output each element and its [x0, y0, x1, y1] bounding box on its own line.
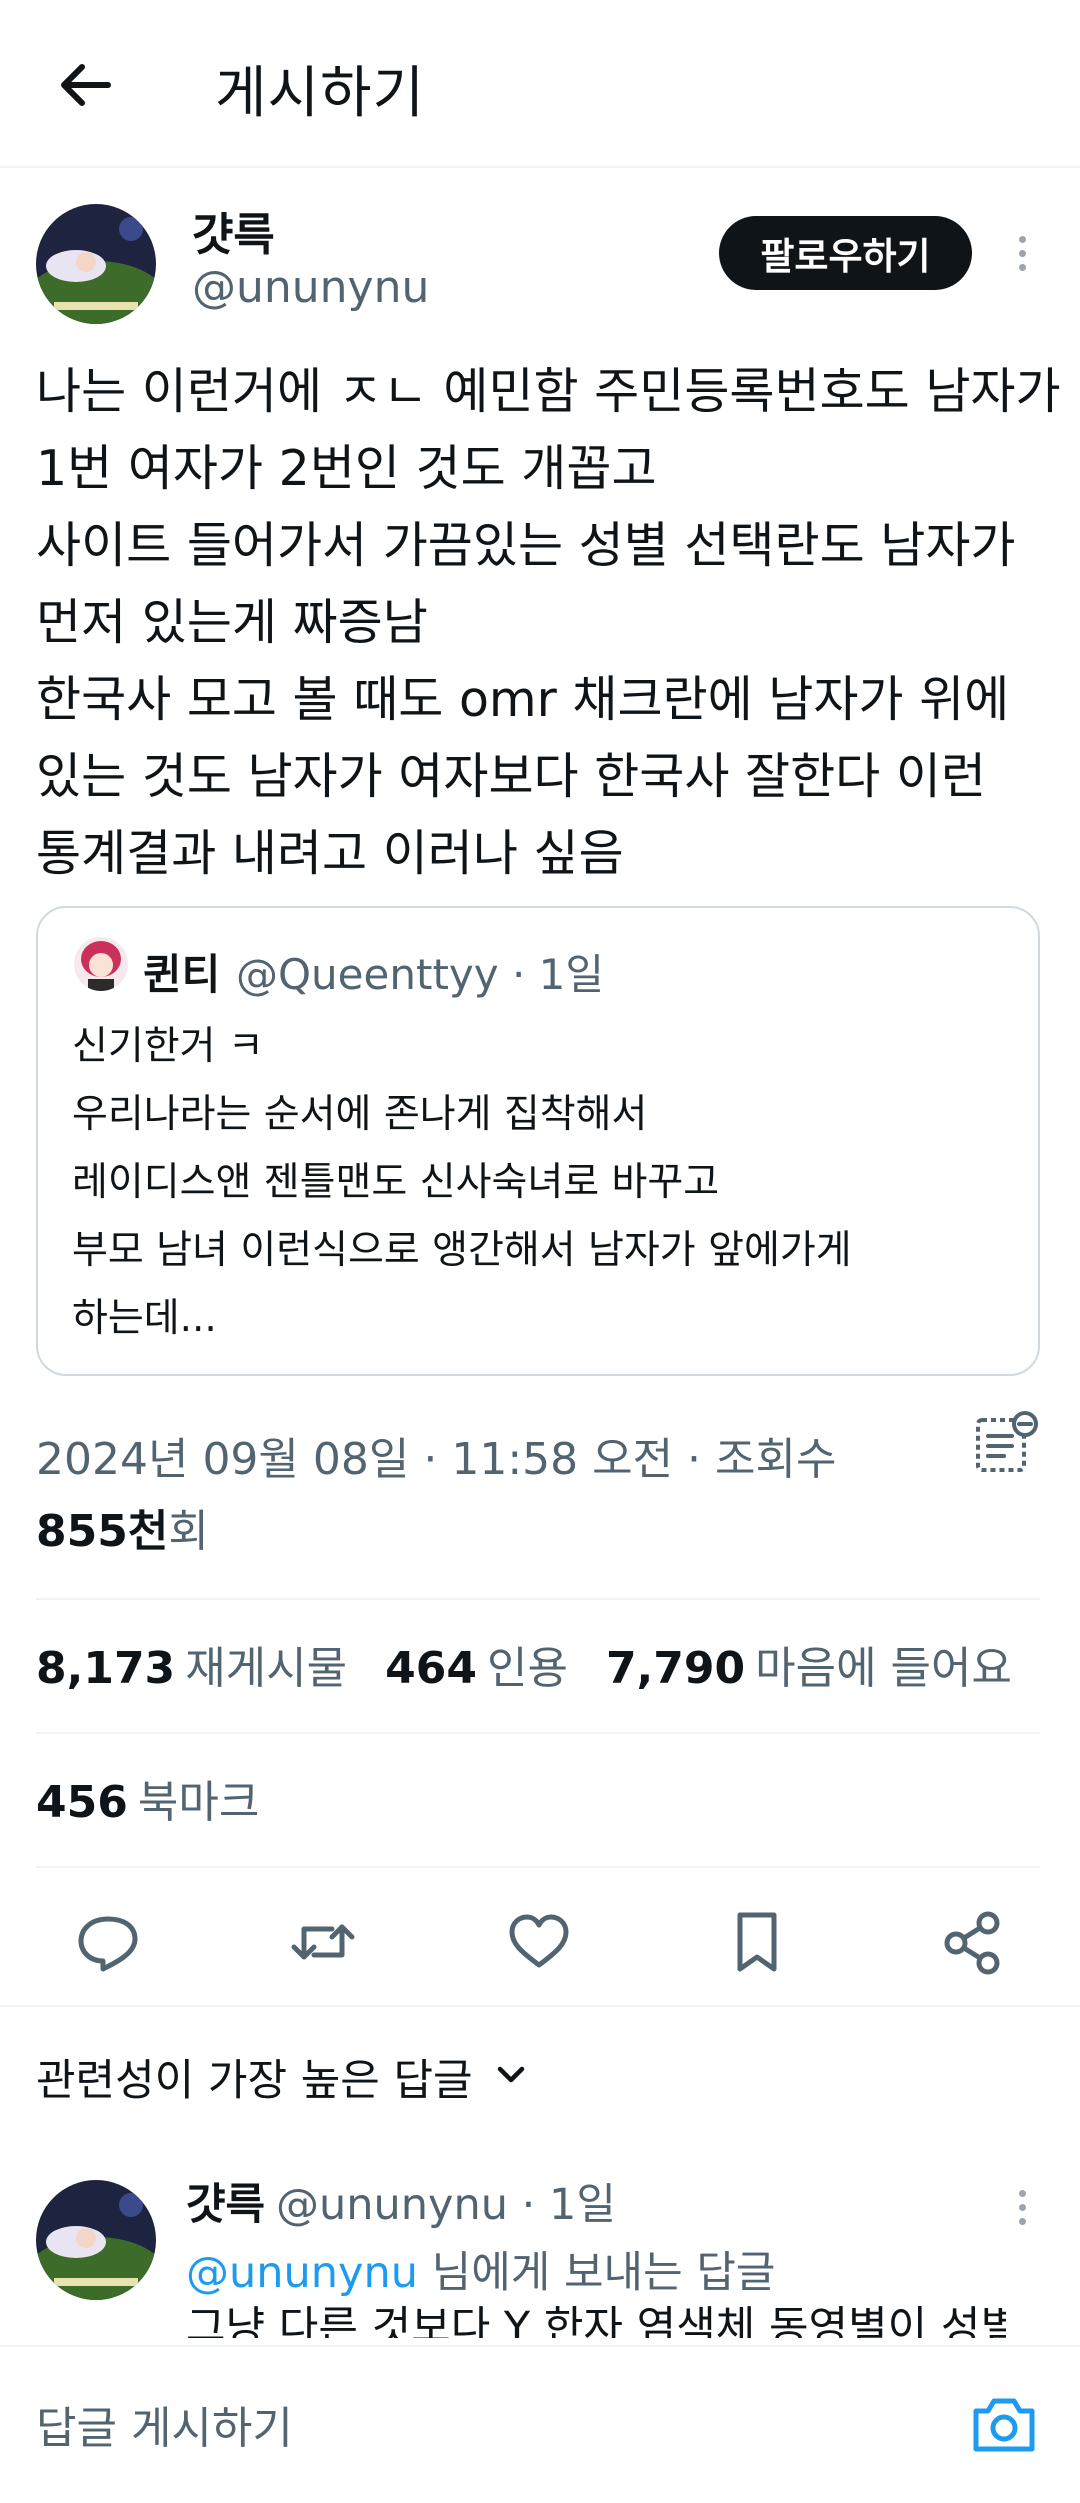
reposts-label: 재게시물: [185, 1643, 348, 1694]
divider: [0, 2005, 1080, 2007]
quotes-stat[interactable]: 464 인용: [385, 1632, 568, 1696]
like-icon[interactable]: [504, 1907, 574, 1977]
reply-author-avatar[interactable]: [36, 2180, 156, 2300]
quoted-text-line: 우리나라는 순서에 존나게 집착해서: [72, 1092, 648, 1137]
bookmarks-count: 456: [36, 1777, 128, 1828]
quoted-text-line: 하는데...: [72, 1296, 217, 1341]
reposts-stat[interactable]: 8,173 재게시물: [36, 1632, 347, 1696]
quoted-author-avatar[interactable]: [74, 937, 128, 991]
likes-label: 마음에 들어요: [755, 1643, 1012, 1694]
post-text-line: 통계결과 내려고 이러나 싶음: [36, 825, 624, 882]
reply-text: 그냥 다른 것보다 Y 한자 염색체 동영별이 성별: [186, 2303, 1006, 2338]
divider: [36, 1732, 1040, 1734]
divider: [36, 1598, 1040, 1600]
chevron-down-icon[interactable]: [492, 2055, 530, 2093]
quoted-text-line: 부모 남녀 이런식으로 앵간해서 남자가 앞에가게: [72, 1228, 852, 1273]
reply-mention-link[interactable]: @ununynu: [186, 2248, 418, 2298]
bookmarks-label: 북마크: [137, 1777, 260, 1828]
view-count-suffix: 회: [168, 1506, 209, 1557]
post-timestamp[interactable]: 2024년 09월 08일 · 11:58 오전 · 조회수: [36, 1423, 836, 1487]
replying-to: @ununynu 님에게 보내는 답글: [186, 2238, 775, 2300]
engagement-stats: 8,173 재게시물 464 인용 7,790 마음에 들어요: [36, 1632, 1012, 1696]
reply-author-handle-time: @ununynu · 1일: [276, 2180, 616, 2230]
bookmark-icon[interactable]: [722, 1907, 792, 1977]
view-count-number: 855천: [36, 1506, 169, 1557]
more-options-icon[interactable]: [1015, 236, 1029, 278]
reply-input[interactable]: 답글 게시하기: [36, 2392, 293, 2456]
share-icon[interactable]: [938, 1907, 1008, 1977]
quoted-author-handle-time: @Queenttyy · 1일: [236, 950, 605, 999]
divider: [36, 1866, 1040, 1868]
view-count: 855천회: [36, 1495, 209, 1559]
post-text-line: 1번 여자가 2번인 것도 개꼽고: [36, 440, 657, 497]
camera-icon[interactable]: [970, 2393, 1038, 2455]
post-text-line: 나는 이런거에 ㅈㄴ 예민함 주민등록번호도 남자가: [36, 363, 1061, 420]
reply-sort-label[interactable]: 관련성이 가장 높은 답글: [36, 2046, 473, 2108]
back-arrow-icon[interactable]: [50, 50, 120, 120]
reply-text-clipped: 그냥 다른 것보다 Y 한자 염색체 동영별이 성별: [186, 2302, 1006, 2338]
repost-icon[interactable]: [288, 1907, 358, 1977]
post-text: 나는 이런거에 ㅈㄴ 예민함 주민등록번호도 남자가 1번 여자가 2번인 것도…: [36, 353, 1061, 892]
top-app-bar: [0, 0, 1080, 168]
post-text-line: 사이트 들어가서 가끔있는 성별 선택란도 남자가: [36, 517, 1016, 574]
page-title: 게시하기: [215, 61, 426, 126]
post-text-line: 있는 것도 남자가 여자보다 한국사 잘한다 이런: [36, 748, 986, 805]
quotes-count: 464: [385, 1643, 477, 1694]
quoted-author-name: 퀸티: [143, 950, 221, 999]
reply-icon[interactable]: [73, 1907, 143, 1977]
reply-author-name[interactable]: 걋륵: [186, 2170, 265, 2232]
bookmarks-stat[interactable]: 456 북마크: [36, 1766, 259, 1830]
post-text-line: 한국사 모고 볼 때도 omr 채크란에 남자가 위에: [36, 671, 1010, 728]
post-text-line: 먼저 있는게 짜증남: [36, 594, 428, 651]
likes-stat[interactable]: 7,790 마음에 들어요: [606, 1632, 1012, 1696]
quoted-text-line: 레이디스앤 젠틀맨도 신사숙녀로 바꾸고: [72, 1160, 720, 1205]
replying-to-suffix: 님에게 보내는 답글: [417, 2248, 776, 2298]
quotes-label: 인용: [486, 1643, 568, 1694]
likes-count: 7,790: [605, 1643, 746, 1694]
quoted-text-line: 신기한거 ㅋ: [72, 1024, 264, 1069]
author-avatar[interactable]: [36, 204, 156, 324]
reply-more-options-icon[interactable]: [1015, 2190, 1029, 2232]
reposts-count: 8,173: [36, 1643, 176, 1694]
author-name[interactable]: 걋륵: [192, 198, 275, 263]
quoted-post-text: 신기한거 ㅋ 우리나라는 순서에 존나게 집착해서 레이디스앤 젠틀맨도 신사숙…: [72, 1013, 852, 1353]
author-handle[interactable]: @ununynu: [192, 262, 429, 313]
post-analytics-icon[interactable]: [972, 1410, 1040, 1478]
follow-button[interactable]: 팔로우하기: [719, 216, 972, 290]
